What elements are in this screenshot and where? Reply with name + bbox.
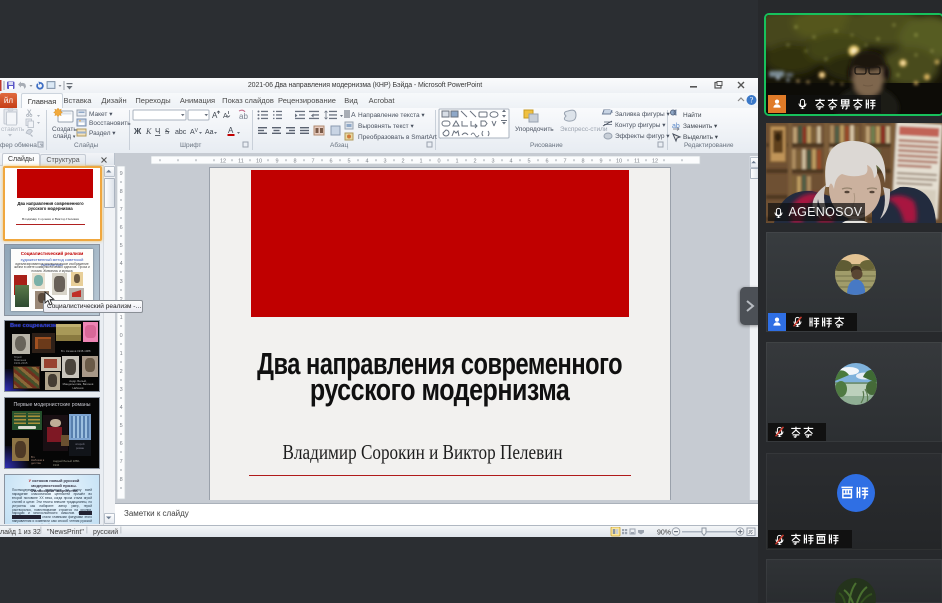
svg-text:Слайды: Слайды (74, 141, 99, 149)
svg-text:0: 0 (120, 333, 123, 339)
svg-text:8: 8 (581, 159, 584, 165)
svg-text:6: 6 (329, 159, 332, 165)
svg-text:5: 5 (347, 159, 350, 165)
svg-text:2: 2 (120, 369, 123, 375)
svg-text:1: 1 (120, 351, 123, 357)
svg-text:AV: AV (190, 128, 199, 136)
svg-text:1: 1 (419, 159, 422, 165)
svg-text:слайд ▾: слайд ▾ (53, 132, 76, 140)
svg-text:3: 3 (120, 387, 123, 393)
svg-text:Шрифт: Шрифт (180, 142, 201, 149)
svg-text:Контур фигуры ▾: Контур фигуры ▾ (615, 122, 666, 129)
svg-text:3: 3 (491, 159, 494, 165)
svg-text:Преобразовать в SmartArt ▾: Преобразовать в SmartArt ▾ (358, 133, 443, 141)
svg-text:1: 1 (455, 159, 458, 165)
svg-text:5: 5 (527, 159, 530, 165)
svg-text:90%: 90% (657, 530, 671, 537)
svg-text:4: 4 (120, 261, 123, 267)
svg-text:abс: abс (175, 129, 187, 136)
svg-text:?: ? (750, 96, 754, 105)
svg-text:6: 6 (545, 159, 548, 165)
svg-text:7: 7 (120, 459, 123, 465)
svg-text:6: 6 (120, 225, 123, 231)
svg-text:Рисование: Рисование (530, 142, 563, 149)
svg-text:Ж: Ж (133, 127, 142, 136)
svg-text:9: 9 (599, 159, 602, 165)
svg-text:Макет ▾: Макет ▾ (89, 111, 113, 118)
svg-text:0: 0 (437, 159, 440, 165)
svg-text:A: A (223, 113, 228, 120)
svg-text:Раздел ▾: Раздел ▾ (89, 130, 116, 137)
svg-text:Aa: Aa (205, 129, 214, 136)
svg-text:Заливка фигуры ▾: Заливка фигуры ▾ (615, 111, 670, 118)
svg-text:Эффекты фигур ▾: Эффекты фигур ▾ (615, 133, 670, 140)
svg-text:Упорядочить: Упорядочить (515, 126, 554, 133)
svg-text:3: 3 (120, 279, 123, 285)
svg-text:8: 8 (120, 477, 123, 483)
svg-text:Ч: Ч (155, 127, 160, 136)
svg-text:Экспресс-стили: Экспресс-стили (560, 126, 608, 133)
svg-text:2: 2 (473, 159, 476, 165)
svg-text:8: 8 (293, 159, 296, 165)
svg-text:5: 5 (120, 243, 123, 249)
svg-text:2: 2 (401, 159, 404, 165)
svg-text:11: 11 (238, 159, 244, 165)
svg-text:ставить: ставить (1, 126, 25, 133)
svg-text:9: 9 (120, 171, 123, 177)
svg-text:Выровнять текст ▾: Выровнять текст ▾ (358, 123, 414, 130)
svg-text:5: 5 (120, 423, 123, 429)
svg-text:7: 7 (120, 207, 123, 213)
svg-text:Создать: Создать (52, 126, 77, 133)
svg-text:7: 7 (311, 159, 314, 165)
svg-text:4: 4 (120, 405, 123, 411)
svg-text:Найти: Найти (683, 111, 702, 119)
svg-text:12: 12 (652, 159, 658, 165)
svg-text:8: 8 (120, 189, 123, 195)
svg-text:ab: ab (239, 112, 248, 121)
svg-text:11: 11 (634, 159, 640, 165)
svg-text:К: К (145, 127, 152, 136)
svg-text:4: 4 (365, 159, 368, 165)
svg-text:10: 10 (616, 159, 622, 165)
svg-text:A: A (228, 126, 234, 135)
svg-text:4: 4 (509, 159, 512, 165)
svg-text:Редактирование: Редактирование (684, 142, 734, 149)
svg-text:1: 1 (120, 315, 123, 321)
svg-text:12: 12 (220, 159, 226, 165)
svg-text:фер обмена: фер обмена (0, 141, 37, 149)
svg-text:3: 3 (383, 159, 386, 165)
svg-text:Заменить ▾: Заменить ▾ (683, 123, 718, 130)
svg-text:6: 6 (120, 441, 123, 447)
svg-text:9: 9 (275, 159, 278, 165)
svg-text:A: A (351, 112, 356, 119)
svg-text:Направление текста ▾: Направление текста ▾ (358, 112, 425, 119)
svg-text:10: 10 (256, 159, 262, 165)
svg-text:Абзац: Абзац (330, 141, 349, 149)
svg-text:S: S (165, 127, 169, 136)
svg-text:Восстановить: Восстановить (89, 120, 131, 127)
svg-text:Выделить ▾: Выделить ▾ (683, 134, 719, 141)
svg-text:7: 7 (563, 159, 566, 165)
